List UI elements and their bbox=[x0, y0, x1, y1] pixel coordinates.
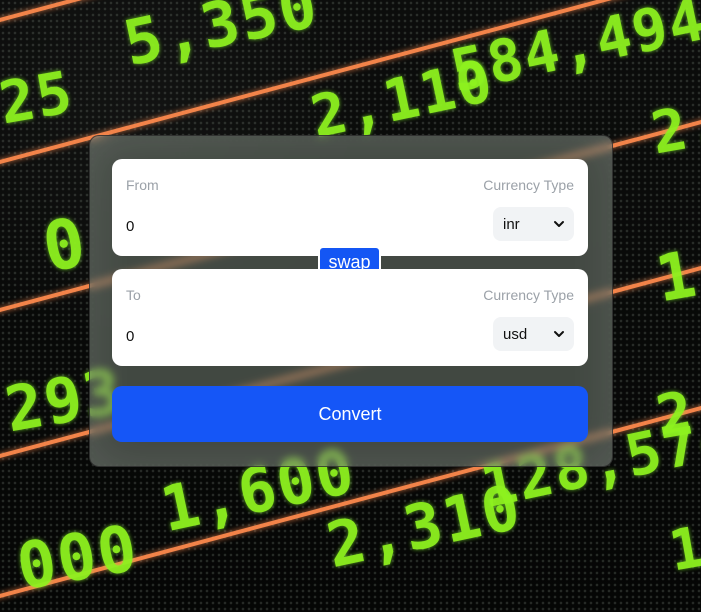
ticker-value: 2.6 bbox=[646, 81, 701, 168]
convert-button[interactable]: Convert bbox=[112, 386, 588, 442]
ticker-value: 0 bbox=[37, 203, 94, 289]
to-currency-value: usd bbox=[503, 325, 528, 343]
ticker-value: 000 bbox=[11, 511, 145, 606]
from-amount-input[interactable] bbox=[126, 214, 336, 238]
ticker-value: 1.6 bbox=[650, 223, 701, 318]
ticker-value: 5,350 bbox=[117, 0, 325, 81]
to-amount-input[interactable] bbox=[126, 324, 336, 348]
to-panel: To Currency Type usd bbox=[112, 269, 588, 366]
chevron-down-icon bbox=[554, 221, 564, 227]
ticker-value: 25 bbox=[0, 57, 79, 138]
chevron-down-icon bbox=[554, 331, 564, 337]
from-currency-type-label: Currency Type bbox=[483, 177, 574, 193]
to-currency-type-label: Currency Type bbox=[483, 287, 574, 303]
from-currency-value: inr bbox=[503, 215, 520, 233]
from-panel: From Currency Type inr bbox=[112, 159, 588, 256]
to-currency-select[interactable]: usd bbox=[493, 317, 574, 351]
from-label: From bbox=[126, 177, 159, 193]
ticker-value: 1.3 bbox=[664, 501, 701, 585]
ticker-value: 584,494 bbox=[444, 0, 701, 106]
to-label: To bbox=[126, 287, 141, 303]
from-currency-select[interactable]: inr bbox=[493, 207, 574, 241]
